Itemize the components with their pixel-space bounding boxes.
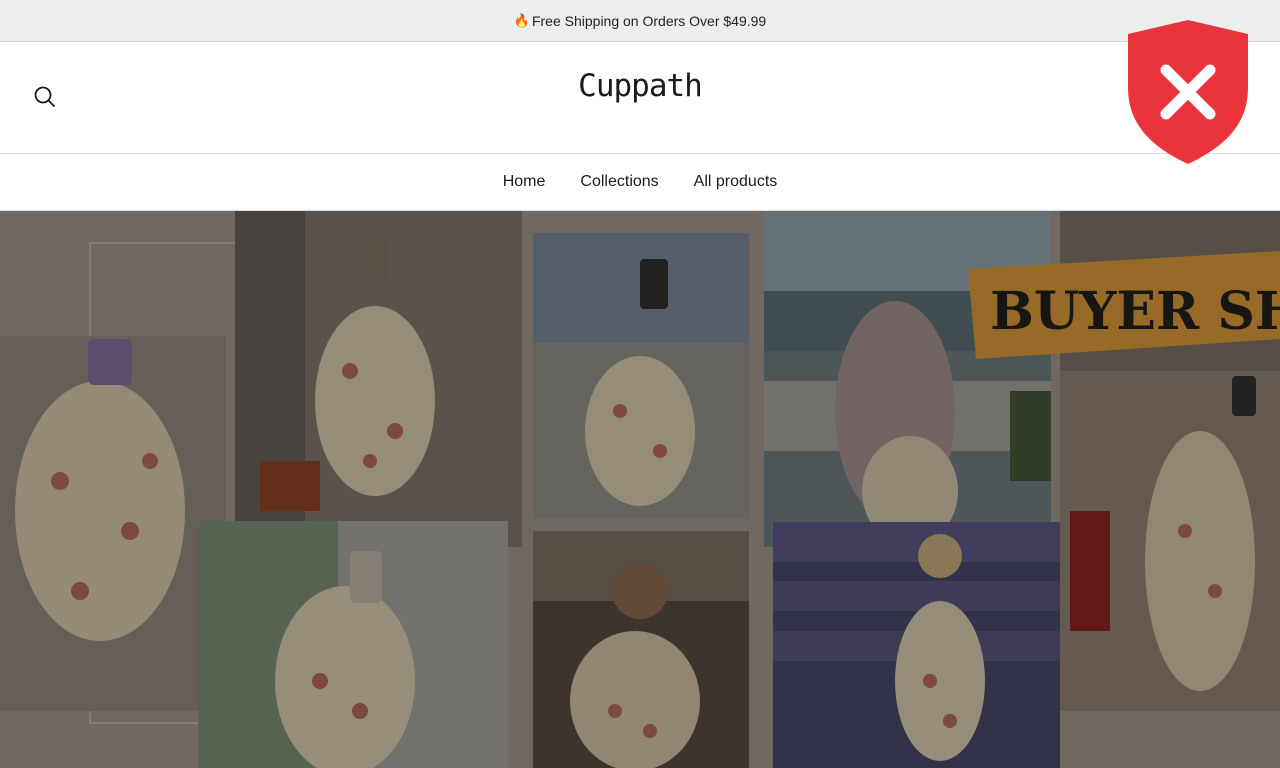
nav-item-home[interactable]: Home — [503, 173, 546, 191]
announcement-bar: 🔥 Free Shipping on Orders Over $49.99 — [0, 0, 1280, 42]
announcement-text: Free Shipping on Orders Over $49.99 — [531, 12, 767, 29]
main-nav: Home Collections All products — [0, 154, 1280, 211]
nav-item-all-products[interactable]: All products — [694, 173, 778, 191]
site-logo[interactable]: Cuppath — [0, 68, 1280, 104]
shield-x-icon — [1128, 20, 1248, 164]
hero-banner-image[interactable]: BUYER SHO — [0, 211, 1280, 768]
hero-collage: BUYER SHO — [0, 211, 1280, 768]
site-header: Cuppath — [0, 42, 1280, 154]
shield-x-badge[interactable] — [1124, 18, 1252, 166]
fire-icon: 🔥 — [513, 12, 530, 28]
nav-item-collections[interactable]: Collections — [580, 173, 658, 191]
